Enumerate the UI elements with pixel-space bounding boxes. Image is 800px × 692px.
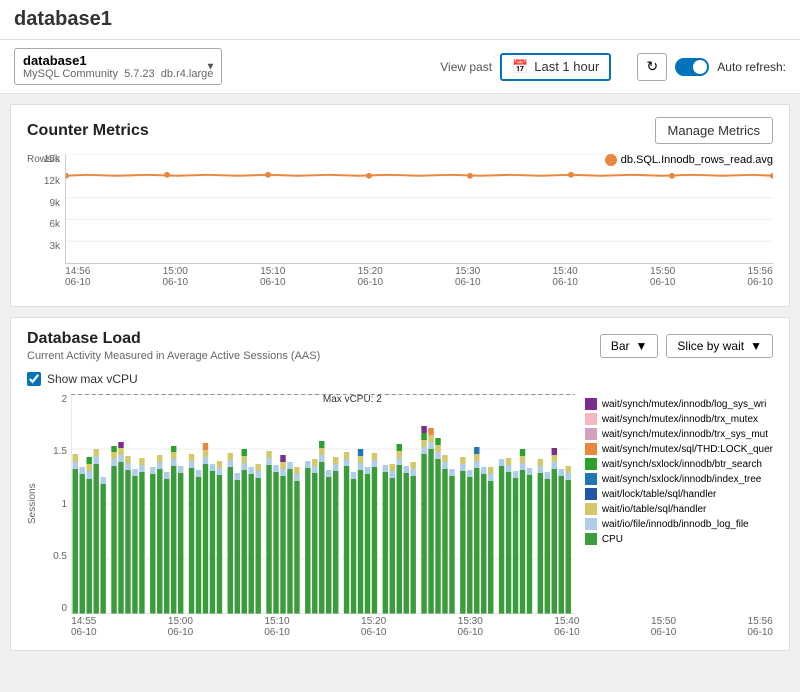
- x-label: 14:5606-10: [65, 266, 91, 288]
- bar-x-label: 14:5506-10: [71, 616, 97, 638]
- legend-item: wait/synch/sxlock/innodb/index_tree: [585, 473, 773, 485]
- counter-metrics-title: Counter Metrics: [27, 122, 149, 140]
- bar-chart-wrapper: Sessions 2 1.5 1 0.5 0 Max vCPU: 2: [27, 394, 773, 614]
- legend-item: CPU: [585, 533, 773, 545]
- legend-area: wait/synch/mutex/innodb/log_sys_wri wait…: [585, 398, 773, 614]
- show-vcpu-label: Show max vCPU: [47, 372, 138, 386]
- legend-color-10: [585, 533, 597, 545]
- legend-item: wait/io/table/sql/handler: [585, 503, 773, 515]
- bar-x-label: 15:2006-10: [361, 616, 387, 638]
- show-vcpu-checkbox[interactable]: [27, 372, 41, 386]
- view-past-value: Last 1 hour: [534, 59, 599, 74]
- line-chart-svg: [66, 154, 773, 263]
- bar-chart-area: Max vCPU: 2: [71, 394, 575, 614]
- legend-label-4: wait/synch/mutex/sql/THD:LOCK_quer: [602, 444, 773, 455]
- bar-x-label: 15:5006-10: [651, 616, 677, 638]
- slice-by-label: Slice by wait: [677, 339, 744, 353]
- legend-color-2: [585, 413, 597, 425]
- slice-by-dropdown[interactable]: Slice by wait ▼: [666, 334, 773, 358]
- legend-color-1: [585, 398, 597, 410]
- legend-dot: [605, 154, 617, 166]
- chart-legend: db.SQL.Innodb_rows_read.avg: [605, 154, 773, 166]
- x-label: 15:0006-10: [162, 266, 188, 288]
- legend-item: wait/lock/table/sql/handler: [585, 488, 773, 500]
- x-label: 15:5606-10: [747, 266, 773, 288]
- legend-color-3: [585, 428, 597, 440]
- legend-item: wait/synch/mutex/innodb/trx_sys_mut: [585, 428, 773, 440]
- refresh-controls: ↻ Auto refresh:: [637, 53, 786, 81]
- db-load-subtitle: Current Activity Measured in Average Act…: [27, 350, 320, 362]
- chart-type-dropdown[interactable]: Bar ▼: [600, 334, 659, 358]
- view-past-label: View past: [440, 60, 492, 74]
- bar-x-label: 15:3006-10: [458, 616, 484, 638]
- x-label: 15:2006-10: [357, 266, 383, 288]
- chevron-down-icon: ▼: [205, 61, 215, 72]
- legend-label-5: wait/synch/sxlock/innodb/btr_search: [602, 459, 762, 470]
- db-selector[interactable]: database1 MySQL Community 5.7.23 db.r4.l…: [14, 48, 222, 85]
- db-load-title-group: Database Load Current Activity Measured …: [27, 330, 320, 362]
- show-vcpu-row: Show max vCPU: [27, 372, 773, 386]
- bar-chart-svg: [71, 394, 575, 614]
- x-axis-labels: 14:5606-10 15:0006-10 15:1006-10 15:2006…: [65, 266, 773, 288]
- db-load-section: Database Load Current Activity Measured …: [10, 317, 790, 651]
- legend-label-1: wait/synch/mutex/innodb/log_sys_wri: [602, 399, 767, 410]
- counter-chart-container: Rows/s 15k 12k 9k 6k 3k: [27, 154, 773, 294]
- legend-item: wait/synch/mutex/innodb/trx_mutex: [585, 413, 773, 425]
- x-label: 15:1006-10: [260, 266, 286, 288]
- manage-metrics-button[interactable]: Manage Metrics: [655, 117, 773, 144]
- counter-metrics-section: Counter Metrics Manage Metrics Rows/s 15…: [10, 104, 790, 307]
- legend-label: db.SQL.Innodb_rows_read.avg: [621, 154, 773, 166]
- legend-label-10: CPU: [602, 534, 623, 545]
- chevron-down-icon: ▼: [750, 339, 762, 353]
- top-bar: database1 MySQL Community 5.7.23 db.r4.l…: [0, 40, 800, 94]
- max-vcpu-label: Max vCPU: 2: [323, 394, 382, 405]
- refresh-button[interactable]: ↻: [637, 53, 667, 81]
- legend-label-7: wait/lock/table/sql/handler: [602, 489, 717, 500]
- db-load-title: Database Load: [27, 330, 320, 348]
- legend-color-8: [585, 503, 597, 515]
- legend-item: wait/io/file/innodb/innodb_log_file: [585, 518, 773, 530]
- auto-refresh-toggle[interactable]: [675, 58, 709, 76]
- chart-area: 15k 12k 9k 6k 3k: [65, 154, 773, 264]
- chevron-down-icon: ▼: [636, 339, 648, 353]
- chart-type-label: Bar: [611, 339, 630, 353]
- bar-x-label: 15:4006-10: [554, 616, 580, 638]
- x-label: 15:5006-10: [650, 266, 676, 288]
- legend-label-2: wait/synch/mutex/innodb/trx_mutex: [602, 414, 758, 425]
- legend-label-3: wait/synch/mutex/innodb/trx_sys_mut: [602, 429, 768, 440]
- bar-x-label: 15:0006-10: [168, 616, 194, 638]
- y-axis-ticks: 15k 12k 9k 6k 3k: [28, 154, 64, 263]
- legend-label-8: wait/io/table/sql/handler: [602, 504, 707, 515]
- legend-item: wait/synch/mutex/sql/THD:LOCK_quer: [585, 443, 773, 455]
- legend-color-5: [585, 458, 597, 470]
- legend-item: wait/synch/mutex/innodb/log_sys_wri: [585, 398, 773, 410]
- db-load-header: Database Load Current Activity Measured …: [27, 330, 773, 362]
- bar-x-labels: 14:5506-10 15:0006-10 15:1006-10 15:2006…: [71, 616, 773, 638]
- legend-label-6: wait/synch/sxlock/innodb/index_tree: [602, 474, 762, 485]
- x-label: 15:3006-10: [455, 266, 481, 288]
- bar-chart-left: Sessions 2 1.5 1 0.5 0: [27, 394, 71, 614]
- counter-metrics-header: Counter Metrics Manage Metrics: [27, 117, 773, 144]
- page-title: database1: [0, 0, 800, 40]
- bar-x-label: 15:5606-10: [747, 616, 773, 638]
- sessions-label: Sessions: [27, 394, 38, 614]
- db-selector-name: database1: [23, 53, 213, 68]
- view-past-group: View past 📅 Last 1 hour: [440, 53, 611, 81]
- calendar-icon: 📅: [512, 59, 528, 75]
- view-past-select[interactable]: 📅 Last 1 hour: [500, 53, 611, 81]
- bar-y-ticks: 2 1.5 1 0.5 0: [53, 394, 67, 614]
- x-label: 15:4006-10: [552, 266, 578, 288]
- legend-color-6: [585, 473, 597, 485]
- db-load-controls: Bar ▼ Slice by wait ▼: [600, 334, 773, 358]
- legend-color-7: [585, 488, 597, 500]
- auto-refresh-label: Auto refresh:: [717, 60, 786, 74]
- bar-x-label: 15:1006-10: [264, 616, 290, 638]
- legend-item: wait/synch/sxlock/innodb/btr_search: [585, 458, 773, 470]
- legend-label-9: wait/io/file/innodb/innodb_log_file: [602, 519, 749, 530]
- legend-color-9: [585, 518, 597, 530]
- legend-color-4: [585, 443, 597, 455]
- db-selector-meta: MySQL Community 5.7.23 db.r4.large: [23, 68, 213, 80]
